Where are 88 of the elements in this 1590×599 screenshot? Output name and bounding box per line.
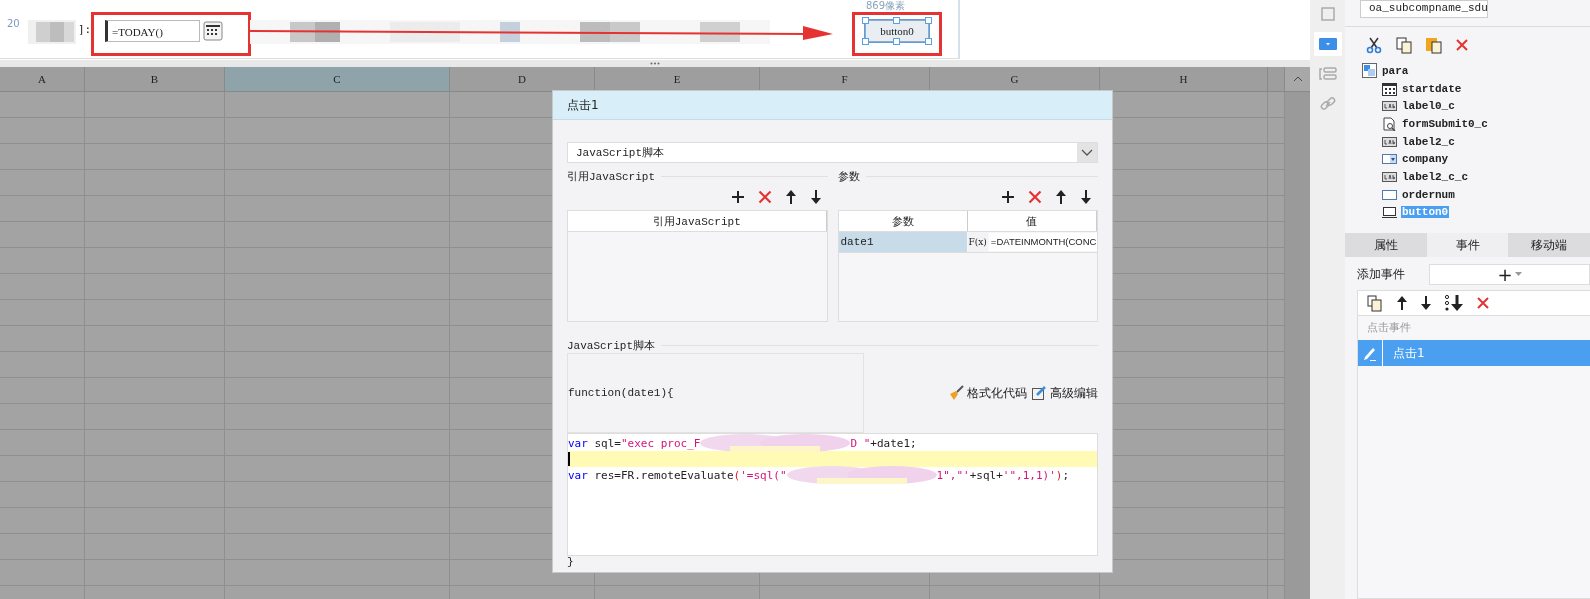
code-token: '",1,1)' xyxy=(1002,468,1056,482)
function-signature: function(date1){ xyxy=(568,387,674,399)
add-icon[interactable] xyxy=(730,190,745,204)
chevron-down-icon[interactable] xyxy=(1081,148,1093,157)
scrollbar[interactable] xyxy=(1285,92,1310,599)
column-header[interactable]: C xyxy=(225,67,450,91)
dropdown-icon[interactable] xyxy=(1313,32,1342,56)
tab[interactable]: 属性 xyxy=(1345,233,1427,258)
container-icon[interactable] xyxy=(1362,63,1377,79)
arrow-up-icon[interactable] xyxy=(1055,189,1067,205)
field-label: ]: xyxy=(78,23,92,36)
tab[interactable]: 移动端 xyxy=(1508,233,1590,258)
dialog-title: 点击1 xyxy=(553,91,1112,120)
code-token: var xyxy=(568,468,588,482)
tree-item[interactable]: label0_c xyxy=(1401,100,1456,113)
scroll-up-icon[interactable] xyxy=(1292,76,1303,82)
type-select[interactable]: JavaScript脚本 xyxy=(567,142,1098,163)
section-title: JavaScript脚本 xyxy=(567,339,655,353)
code-token: +sql+ xyxy=(969,468,1003,482)
arrow-down-icon[interactable] xyxy=(1420,295,1432,312)
tree-item[interactable]: company xyxy=(1401,153,1450,166)
tree-item[interactable]: startdate xyxy=(1401,82,1463,95)
code-token: "exec proc_F xyxy=(621,436,701,450)
column-header[interactable]: A xyxy=(0,67,85,91)
move-bottom-icon[interactable] xyxy=(1444,294,1464,313)
width-hint: 869像素 xyxy=(866,0,906,11)
tab[interactable]: 事件 xyxy=(1426,233,1509,258)
section-title: 参数 xyxy=(837,170,860,184)
resize-handle-icon[interactable] xyxy=(650,62,660,65)
column-header: 参数 xyxy=(838,211,968,231)
label-icon[interactable] xyxy=(1382,99,1397,114)
tree-item[interactable]: para xyxy=(1381,64,1410,77)
text-box-icon[interactable] xyxy=(1382,187,1397,202)
tree-item[interactable]: label2_c xyxy=(1401,135,1456,148)
paste-icon[interactable] xyxy=(1425,36,1443,54)
code-token: 1","' xyxy=(936,468,970,482)
code-token: '=sql(" xyxy=(740,468,787,482)
code-token: var xyxy=(568,436,588,450)
code-editor[interactable]: var sql="exec proc_F D "+date1; var res=FR.remoteEvaluate('=sql(" 1","'+sql+'",1,1)'); xyxy=(567,433,1098,556)
arrow-up-icon[interactable] xyxy=(1396,295,1408,312)
label-icon[interactable] xyxy=(1382,169,1397,184)
combo-box-icon[interactable] xyxy=(1382,152,1397,167)
section-title: 引用JavaScript xyxy=(567,170,655,184)
column-header: 引用JavaScript xyxy=(568,211,827,231)
pencil-icon xyxy=(1362,345,1378,362)
copy-icon[interactable] xyxy=(1366,294,1384,313)
tree-item[interactable]: ordernum xyxy=(1401,188,1456,201)
parameter-value[interactable]: =DATEINMONTH(CONC xyxy=(988,233,1097,251)
advanced-edit-button[interactable]: 高级编辑 xyxy=(1031,384,1098,402)
broom-icon xyxy=(948,385,964,401)
code-token: res=FR.remoteEvaluate xyxy=(593,468,734,482)
button-shape-icon[interactable] xyxy=(1382,205,1397,220)
closing-brace: } xyxy=(567,556,575,568)
list-header: 点击事件 xyxy=(1366,320,1412,337)
calendar-icon[interactable] xyxy=(1382,81,1397,96)
code-token: ( xyxy=(733,468,741,482)
cut-icon[interactable] xyxy=(1365,36,1383,54)
delete-icon[interactable] xyxy=(757,190,772,204)
caret-icon xyxy=(1514,272,1522,278)
add-icon[interactable] xyxy=(1001,190,1015,204)
arrow-down-icon[interactable] xyxy=(809,189,822,205)
text-cursor xyxy=(568,452,570,466)
code-token: ; xyxy=(1062,468,1070,482)
arrow-down-icon[interactable] xyxy=(1080,189,1092,205)
copy-icon[interactable] xyxy=(1395,36,1413,54)
arrow-up-icon[interactable] xyxy=(784,189,797,205)
code-token: sql= xyxy=(593,436,621,450)
search-document-icon[interactable] xyxy=(1382,116,1397,131)
parameter-name[interactable]: date1 xyxy=(838,232,967,252)
name-field[interactable]: oa_subcompname_sdu xyxy=(1360,0,1488,18)
tree-item[interactable]: formSubmit0_c xyxy=(1401,117,1489,130)
date-field[interactable]: =TODAY() xyxy=(105,20,200,42)
delete-icon[interactable] xyxy=(1476,296,1490,311)
code-token: D " xyxy=(850,436,871,450)
label-fragment: 20 xyxy=(7,18,20,29)
add-event-dropdown[interactable]: + xyxy=(1429,264,1590,286)
column-header: 值 xyxy=(967,211,1097,231)
calendar-icon[interactable] xyxy=(203,21,223,41)
tree-item[interactable]: label2_c_c xyxy=(1401,170,1469,183)
format-code-button[interactable]: 格式化代码 xyxy=(948,384,1027,402)
delete-icon[interactable] xyxy=(1455,38,1469,52)
label-icon[interactable] xyxy=(1382,134,1397,149)
code-token: ) xyxy=(1055,468,1063,482)
delete-icon[interactable] xyxy=(1028,190,1042,204)
edit-icon xyxy=(1031,385,1047,401)
code-token: +date1; xyxy=(870,436,917,450)
canvas-button[interactable]: button0 xyxy=(865,20,929,42)
add-event-label: 添加事件 xyxy=(1357,266,1406,284)
